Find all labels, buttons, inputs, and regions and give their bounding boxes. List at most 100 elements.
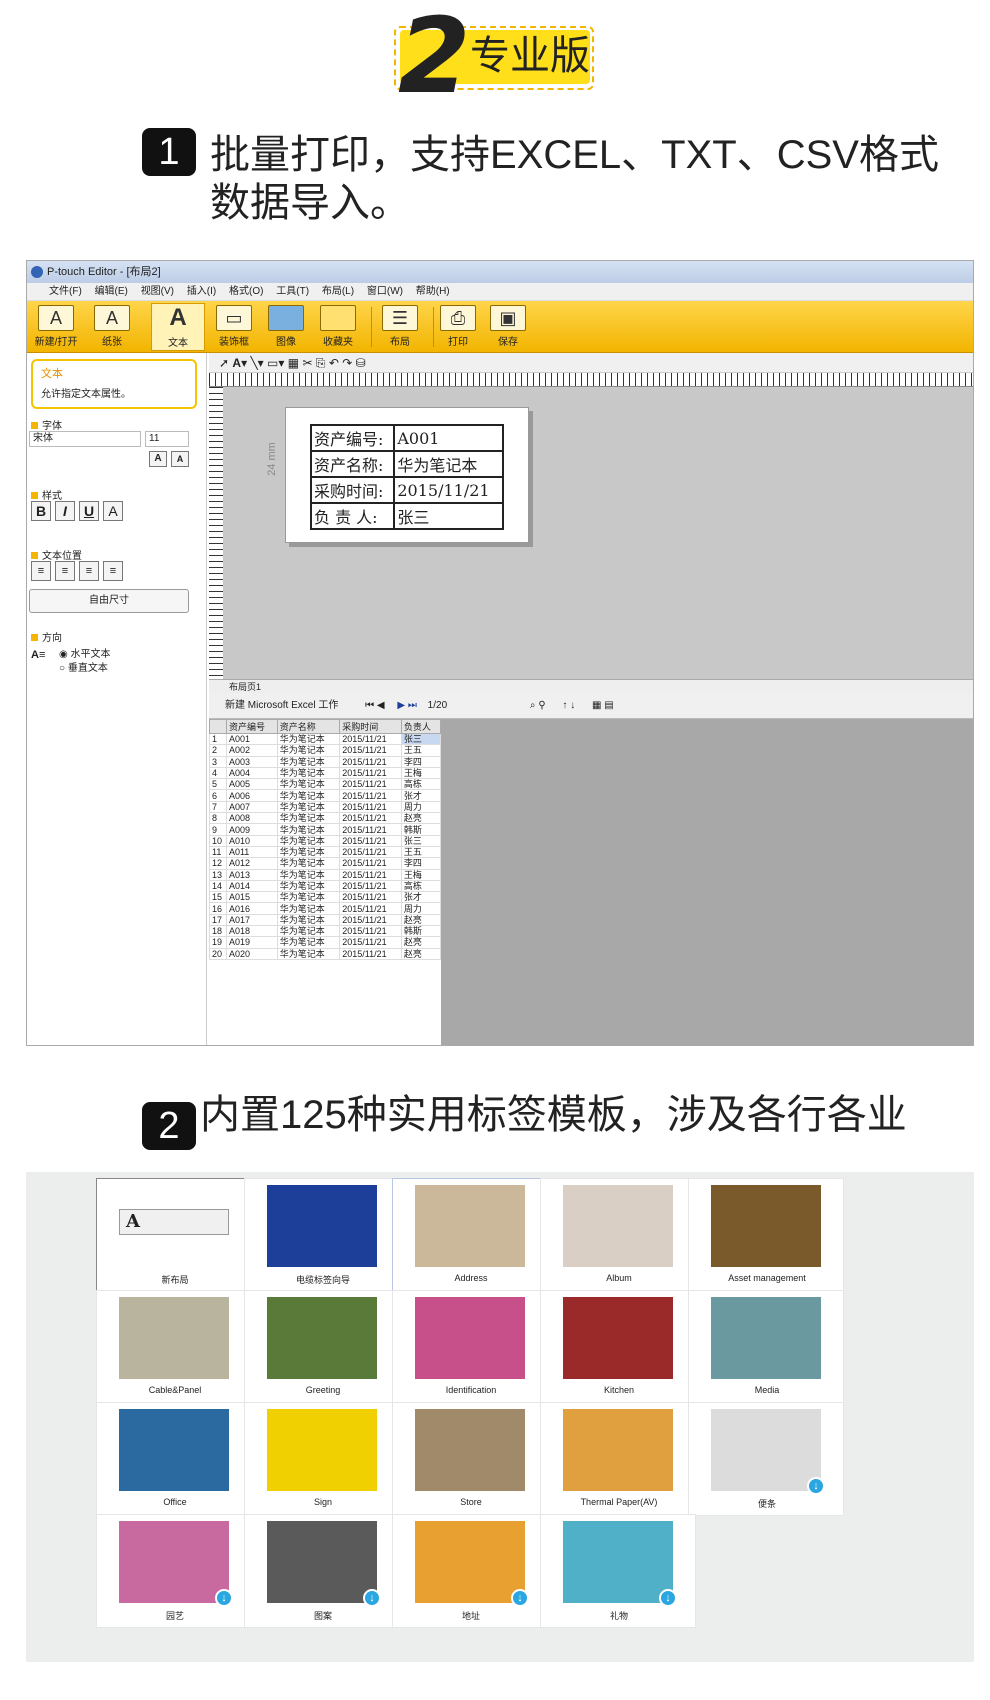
template-tile[interactable]: Identification xyxy=(392,1290,548,1404)
cut-icon[interactable]: ✂ xyxy=(302,356,312,370)
table-tool-icon[interactable]: ▦ xyxy=(288,356,299,370)
align-center-button[interactable]: ≡ xyxy=(55,561,75,581)
template-tile[interactable]: Cable&Panel xyxy=(96,1290,252,1404)
template-tile[interactable]: Address xyxy=(392,1178,548,1292)
font-decrease-button[interactable]: A xyxy=(171,451,189,467)
menu-insert[interactable]: 插入(I) xyxy=(187,286,216,297)
tab-layout-page1[interactable]: 布局页1 xyxy=(229,682,261,692)
text-tool-icon[interactable]: A▾ xyxy=(232,356,247,370)
template-tile[interactable]: 电缆标签向导 xyxy=(244,1178,400,1292)
template-tile[interactable]: ↓ 园艺 xyxy=(96,1514,252,1628)
ribbon-favorites[interactable]: 收藏夹 xyxy=(311,303,365,351)
table-row[interactable]: 20 A020 华为笔记本 2015/11/21 赵亮 xyxy=(209,947,441,960)
table-row[interactable]: 9 A009 华为笔记本 2015/11/21 韩斯 xyxy=(209,823,441,836)
menu-file[interactable]: 文件(F) xyxy=(49,286,82,297)
table-row[interactable]: 13 A013 华为笔记本 2015/11/21 王梅 xyxy=(209,868,441,881)
template-tile[interactable]: ↓ 便条 xyxy=(688,1402,844,1516)
bold-button[interactable]: B xyxy=(31,501,51,521)
table-row[interactable]: 4 A004 华为笔记本 2015/11/21 王梅 xyxy=(209,766,441,780)
template-tile[interactable]: Album xyxy=(540,1178,696,1292)
table-row[interactable]: 16 A016 华为笔记本 2015/11/21 周力 xyxy=(209,902,441,915)
autosize-button[interactable]: 自由尺寸 xyxy=(29,589,189,613)
search-icon[interactable]: ⌕ xyxy=(530,700,536,711)
filter-icon[interactable]: ⚲ xyxy=(538,700,545,711)
font-name-select[interactable]: 宋体 xyxy=(29,431,141,447)
underline-button[interactable]: U xyxy=(79,501,99,521)
table-row[interactable]: 10 A010 华为笔记本 2015/11/21 张三 xyxy=(209,834,441,847)
template-tile[interactable]: Media xyxy=(688,1290,844,1404)
table-row[interactable]: 2 A002 华为笔记本 2015/11/21 王五 xyxy=(209,744,441,757)
table-row[interactable]: 15 A015 华为笔记本 2015/11/21 张才 xyxy=(209,891,441,904)
table-row[interactable]: 19 A019 华为笔记本 2015/11/21 赵亮 xyxy=(209,936,441,949)
template-tile[interactable]: Office xyxy=(96,1402,252,1516)
direction-horizontal-radio[interactable]: ◉ 水平文本 xyxy=(59,645,111,660)
template-tile[interactable]: Kitchen xyxy=(540,1290,696,1404)
line-tool-icon[interactable]: ╲▾ xyxy=(250,356,263,370)
ribbon-print[interactable]: ⎙ 打印 xyxy=(431,303,485,351)
ribbon-new-open[interactable]: A 新建/打开 xyxy=(29,303,83,351)
column-header[interactable]: 负责人 xyxy=(400,719,441,734)
column-header[interactable]: 资产名称 xyxy=(276,719,341,734)
template-tile[interactable]: Asset management xyxy=(688,1178,844,1292)
align-left-button[interactable]: ≡ xyxy=(31,561,51,581)
table-row[interactable]: 7 A007 华为笔记本 2015/11/21 周力 xyxy=(209,800,441,814)
italic-button[interactable]: I xyxy=(55,501,75,521)
template-tile[interactable]: Greeting xyxy=(244,1290,400,1404)
label-preview[interactable]: 资产编号: A001 资产名称: 华为笔记本 采购时间: 2015/11/21 负 责… xyxy=(285,407,529,543)
form-view-icon[interactable]: ▤ xyxy=(604,700,613,711)
menu-tools[interactable]: 工具(T) xyxy=(276,286,309,297)
font-size-select[interactable]: 11 xyxy=(145,431,189,447)
table-row[interactable]: 6 A006 华为笔记本 2015/11/21 张才 xyxy=(209,789,441,802)
table-row[interactable]: 8 A008 华为笔记本 2015/11/21 赵亮 xyxy=(209,812,441,825)
select-tool-icon[interactable]: ➚ xyxy=(219,356,229,370)
direction-vertical-radio[interactable]: ○ 垂直文本 xyxy=(59,659,108,674)
ribbon-layout[interactable]: ☰ 布局 xyxy=(373,303,427,351)
menu-layout[interactable]: 布局(L) xyxy=(322,286,354,297)
template-tile[interactable]: Thermal Paper(AV) xyxy=(540,1402,696,1516)
menu-help[interactable]: 帮助(H) xyxy=(416,286,450,297)
menu-edit[interactable]: 编辑(E) xyxy=(95,286,128,297)
align-justify-button[interactable]: ≡ xyxy=(103,561,123,581)
font-increase-button[interactable]: A xyxy=(149,451,167,467)
table-row[interactable]: 11 A011 华为笔记本 2015/11/21 王五 xyxy=(209,845,441,859)
table-row[interactable]: 1 A001 华为笔记本 2015/11/21 张三 xyxy=(209,732,441,746)
next-record-button[interactable]: ▶ xyxy=(397,700,405,711)
prev-record-button[interactable]: ◀ xyxy=(377,700,385,711)
table-row[interactable]: 3 A003 华为笔记本 2015/11/21 李四 xyxy=(209,755,441,768)
template-tile[interactable]: ↓ 礼物 xyxy=(540,1514,696,1628)
rectangle-tool-icon[interactable]: ▭▾ xyxy=(267,356,284,370)
ribbon-image[interactable]: 图像 xyxy=(259,303,313,351)
ribbon-frame[interactable]: ▭ 装饰框 xyxy=(207,303,261,351)
table-row[interactable]: 17 A017 华为笔记本 2015/11/21 赵亮 xyxy=(209,913,441,927)
redo-icon[interactable]: ↷ xyxy=(342,356,352,370)
menu-view[interactable]: 视图(V) xyxy=(141,286,174,297)
align-right-button[interactable]: ≡ xyxy=(79,561,99,581)
copy-icon[interactable]: ⎘ xyxy=(316,356,326,370)
download-icon: ↓ xyxy=(659,1589,677,1607)
sort-asc-icon[interactable]: ↑ xyxy=(562,700,567,711)
menu-format[interactable]: 格式(O) xyxy=(229,286,263,297)
last-record-button[interactable]: ⏭ xyxy=(408,700,417,711)
undo-icon[interactable]: ↶ xyxy=(329,356,339,370)
column-header[interactable]: 资产编号 xyxy=(225,719,278,734)
table-row[interactable]: 12 A012 华为笔记本 2015/11/21 李四 xyxy=(209,857,441,870)
outline-button[interactable]: A xyxy=(103,501,123,521)
table-row[interactable]: 18 A018 华为笔记本 2015/11/21 韩斯 xyxy=(209,925,441,938)
ribbon-text[interactable]: A 文本 xyxy=(151,303,205,351)
sort-desc-icon[interactable]: ↓ xyxy=(570,700,575,711)
template-tile[interactable]: Store xyxy=(392,1402,548,1516)
grid-view-icon[interactable]: ▦ xyxy=(592,700,601,711)
column-header[interactable]: 采购时间 xyxy=(339,719,402,734)
table-row[interactable]: 14 A014 华为笔记本 2015/11/21 高栋 xyxy=(209,879,441,893)
menu-window[interactable]: 窗口(W) xyxy=(367,286,403,297)
template-tile[interactable]: ↓ 地址 xyxy=(392,1514,548,1628)
template-tile[interactable]: A 新布局 xyxy=(96,1178,252,1292)
table-row[interactable]: 5 A005 华为笔记本 2015/11/21 高栋 xyxy=(209,778,441,791)
ribbon-save[interactable]: ▣ 保存 xyxy=(481,303,535,351)
ribbon-paper[interactable]: A 纸张 xyxy=(85,303,139,351)
template-tile[interactable]: ↓ 图案 xyxy=(244,1514,400,1628)
template-tile[interactable]: Sign xyxy=(244,1402,400,1516)
database-icon[interactable]: ⛁ xyxy=(356,356,366,370)
first-record-button[interactable]: ⏮ xyxy=(365,700,374,711)
column-header[interactable] xyxy=(209,719,227,734)
